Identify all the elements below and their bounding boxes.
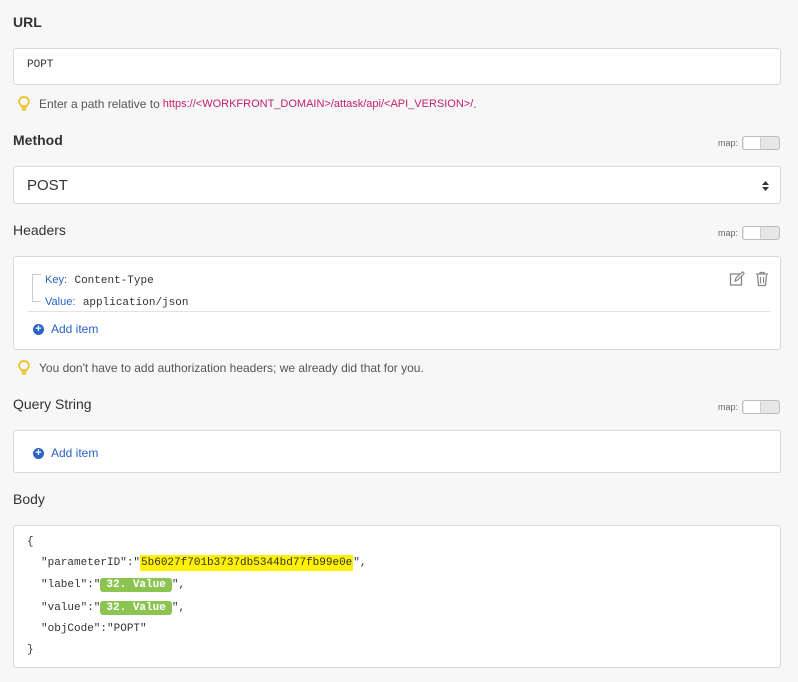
url-hint-text: Enter a path relative to: [39, 97, 160, 111]
headers-divider: [28, 311, 771, 312]
url-hint-suffix: .: [473, 97, 477, 111]
headers-add-item-label: Add item: [51, 322, 99, 336]
url-input[interactable]: POPT: [13, 48, 781, 85]
headers-label: Headers: [13, 222, 66, 238]
trash-icon[interactable]: [755, 271, 769, 287]
body-line1-key: "parameterID":": [41, 557, 141, 569]
body-line2-end: ",: [171, 579, 186, 591]
query-map-toggle[interactable]: map:: [718, 400, 781, 414]
header-key-value: Content-Type: [74, 275, 154, 287]
header-item[interactable]: Key: Content-Type Value: application/jso…: [45, 270, 188, 310]
url-hint: Enter a path relative to https://<WORKFR…: [17, 96, 477, 112]
headers-map-label: map:: [718, 228, 739, 238]
body-line-objcode: "objCode":"POPT": [41, 623, 147, 635]
headers-hint: You don't have to add authorization head…: [17, 360, 424, 376]
method-map-label: map:: [718, 138, 739, 148]
header-value-value: application/json: [82, 297, 189, 309]
header-value-label: Value:: [45, 296, 76, 308]
method-select[interactable]: POST: [13, 166, 781, 204]
url-label: URL: [13, 14, 42, 30]
select-arrows-icon: [762, 181, 769, 191]
body-open-brace: {: [27, 536, 34, 548]
headers-map-switch[interactable]: [742, 226, 781, 240]
body-line-parameterid: "parameterID":"5b6027f701b3737db5344bd77…: [41, 555, 367, 571]
label-value-pill[interactable]: 32. Value: [100, 578, 172, 592]
method-select-value: POST: [27, 177, 68, 194]
edit-icon[interactable]: [729, 271, 745, 287]
query-add-item-label: Add item: [51, 446, 99, 460]
body-line1-end: ",: [353, 557, 367, 569]
body-label: Body: [13, 491, 45, 507]
body-close-brace: }: [27, 644, 34, 656]
query-box: + Add item: [13, 430, 781, 473]
header-item-bracket: [32, 274, 41, 302]
body-line-label: "label":" 32. Value ",: [41, 578, 186, 592]
plus-circle-icon: +: [33, 447, 44, 459]
method-map-toggle[interactable]: map:: [718, 136, 781, 150]
method-map-switch[interactable]: [742, 136, 781, 150]
query-map-switch[interactable]: [742, 400, 781, 414]
method-label: Method: [13, 132, 63, 148]
body-line-value: "value":" 32. Value ",: [41, 601, 186, 615]
body-line3-end: ",: [171, 602, 186, 614]
query-map-label: map:: [718, 402, 739, 412]
lightbulb-icon: [18, 96, 30, 111]
headers-hint-text: You don't have to add authorization head…: [39, 361, 424, 375]
body-editor[interactable]: { "parameterID":"5b6027f701b3737db5344bd…: [13, 525, 781, 668]
query-add-item-button[interactable]: + Add item: [33, 446, 98, 460]
headers-box: Key: Content-Type Value: application/jso…: [13, 256, 781, 350]
body-line2-key: "label":": [41, 579, 101, 591]
url-input-value: POPT: [27, 59, 54, 71]
url-hint-link[interactable]: https://<WORKFRONT_DOMAIN>/attask/api/<A…: [163, 98, 474, 110]
parameter-id-highlight: 5b6027f701b3737db5344bd77fb99e0e: [140, 555, 354, 571]
header-key-label: Key:: [45, 274, 68, 286]
plus-circle-icon: +: [33, 323, 44, 335]
headers-map-toggle[interactable]: map:: [718, 226, 781, 240]
query-label: Query String: [13, 396, 92, 412]
body-line3-key: "value":": [41, 602, 101, 614]
headers-add-item-button[interactable]: + Add item: [33, 322, 98, 336]
value-value-pill[interactable]: 32. Value: [100, 601, 172, 615]
lightbulb-icon: [18, 360, 30, 375]
